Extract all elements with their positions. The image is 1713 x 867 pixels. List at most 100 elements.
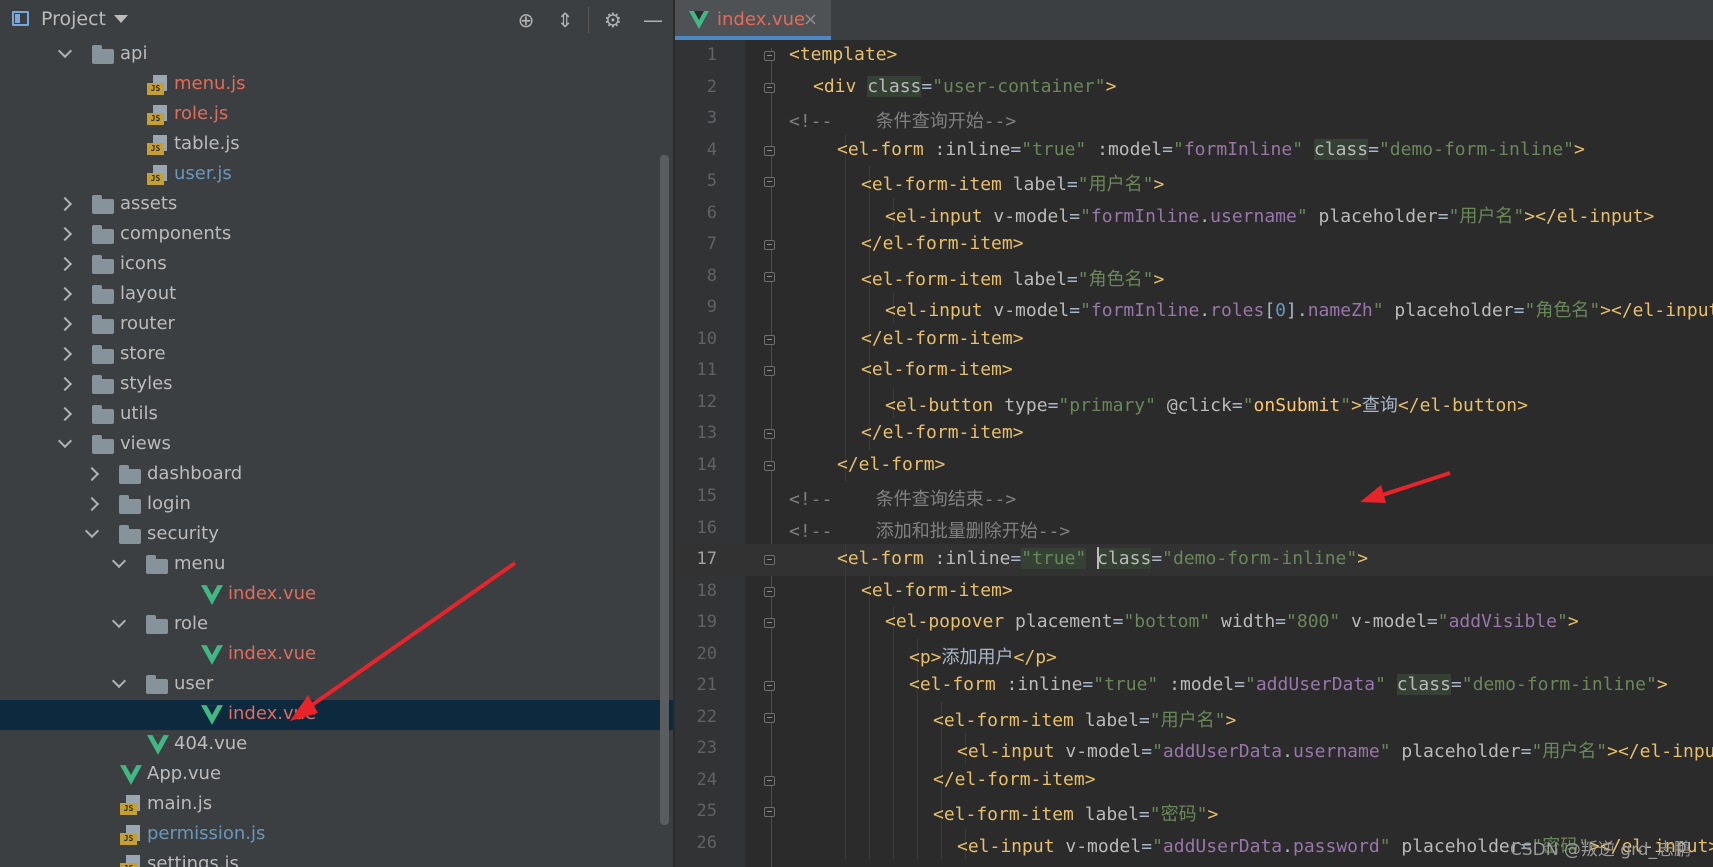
project-view-dropdown-icon[interactable] bbox=[114, 15, 128, 23]
code-line[interactable]: 3 <!-- 条件查询开始--> bbox=[675, 103, 1713, 135]
code-line[interactable]: 11 <el-form-item> bbox=[675, 355, 1713, 387]
chevron-right-icon[interactable] bbox=[84, 496, 100, 512]
tree-row-icons[interactable]: icons bbox=[0, 250, 673, 280]
fold-marker-icon[interactable] bbox=[764, 712, 775, 723]
chevron-down-icon[interactable] bbox=[111, 673, 127, 689]
tree-row-role-js[interactable]: JS role.js bbox=[0, 100, 673, 130]
editor-tab-index-vue[interactable]: index.vue × bbox=[675, 0, 831, 40]
chevron-down-icon[interactable] bbox=[57, 433, 73, 449]
fold-marker-icon[interactable] bbox=[764, 145, 775, 156]
fold-marker-icon[interactable] bbox=[764, 334, 775, 345]
code-line[interactable]: 10 </el-form-item> bbox=[675, 323, 1713, 355]
tree-row-user-js[interactable]: JS user.js bbox=[0, 160, 673, 190]
chevron-down-icon[interactable] bbox=[111, 613, 127, 629]
project-panel-title[interactable]: Project bbox=[41, 8, 106, 30]
fold-marker-icon[interactable] bbox=[764, 555, 775, 565]
code-line[interactable]: 22 <el-form-item label="用户名"> bbox=[675, 701, 1713, 733]
hide-minimize-icon[interactable]: — bbox=[641, 8, 665, 32]
fold-marker-icon[interactable] bbox=[764, 240, 775, 250]
chevron-right-icon[interactable] bbox=[57, 286, 73, 302]
code-line[interactable]: 19 <el-popover placement="bottom" width="… bbox=[675, 607, 1713, 639]
chevron-right-icon[interactable] bbox=[57, 196, 73, 212]
chevron-right-icon[interactable] bbox=[57, 346, 73, 362]
fold-marker-icon[interactable] bbox=[764, 618, 775, 628]
code-token-tag: > bbox=[1153, 174, 1165, 195]
tree-row-api[interactable]: api bbox=[0, 40, 673, 70]
tree-row-index-vue[interactable]: index.vue bbox=[0, 580, 673, 610]
tree-row-menu-js[interactable]: JS menu.js bbox=[0, 70, 673, 100]
tree-row-layout[interactable]: layout bbox=[0, 280, 673, 310]
code-line[interactable]: 4 <el-form :inline="true" :model="formInl… bbox=[675, 134, 1713, 166]
code-line[interactable]: 8 <el-form-item label="角色名"> bbox=[675, 260, 1713, 292]
code-line[interactable]: 5 <el-form-item label="用户名"> bbox=[675, 166, 1713, 198]
code-token-prop: formInline bbox=[1090, 300, 1200, 321]
fold-marker-icon[interactable] bbox=[764, 82, 775, 93]
code-line[interactable]: 13 </el-form-item> bbox=[675, 418, 1713, 450]
tree-row-store[interactable]: store bbox=[0, 340, 673, 370]
fold-marker-icon[interactable] bbox=[764, 51, 775, 61]
code-line[interactable]: 6 <el-input v-model="formInline.username"… bbox=[675, 197, 1713, 229]
locate-icon[interactable]: ⊕ bbox=[514, 8, 538, 32]
tree-row-dashboard[interactable]: dashboard bbox=[0, 460, 673, 490]
fold-marker-icon[interactable] bbox=[764, 681, 775, 691]
tree-row-views[interactable]: views bbox=[0, 430, 673, 460]
tree-row-404-vue[interactable]: 404.vue bbox=[0, 730, 673, 760]
tree-row-login[interactable]: login bbox=[0, 490, 673, 520]
chevron-right-icon[interactable] bbox=[57, 316, 73, 332]
tree-row-utils[interactable]: utils bbox=[0, 400, 673, 430]
code-line[interactable]: 23 <el-input v-model="addUserData.usernam… bbox=[675, 733, 1713, 765]
chevron-right-icon[interactable] bbox=[84, 466, 100, 482]
chevron-down-icon[interactable] bbox=[57, 43, 73, 59]
tree-row-styles[interactable]: styles bbox=[0, 370, 673, 400]
code-line[interactable]: 25 <el-form-item label="密码"> bbox=[675, 796, 1713, 828]
chevron-right-icon[interactable] bbox=[57, 376, 73, 392]
tree-row-app-vue[interactable]: App.vue bbox=[0, 760, 673, 790]
code-line[interactable]: 16 <!-- 添加和批量删除开始--> bbox=[675, 513, 1713, 545]
chevron-down-icon[interactable] bbox=[84, 523, 100, 539]
tree-row-security[interactable]: security bbox=[0, 520, 673, 550]
code-line[interactable]: 15 <!-- 条件查询结束--> bbox=[675, 481, 1713, 513]
code-line[interactable]: 21 <el-form :inline="true" :model="addUse… bbox=[675, 670, 1713, 702]
code-line[interactable]: 9 <el-input v-model="formInline.roles[0].… bbox=[675, 292, 1713, 324]
fold-marker-icon[interactable] bbox=[764, 807, 775, 817]
code-line[interactable]: 18 <el-form-item> bbox=[675, 575, 1713, 607]
tree-row-index-vue[interactable]: index.vue bbox=[0, 700, 673, 730]
code-line[interactable]: 2 <div class="user-container"> bbox=[675, 72, 1713, 104]
chevron-right-icon[interactable] bbox=[57, 256, 73, 272]
code-line[interactable]: 1 <template> bbox=[675, 40, 1713, 72]
code-line[interactable]: 14 </el-form> bbox=[675, 449, 1713, 481]
settings-gear-icon[interactable]: ⚙ bbox=[601, 8, 625, 32]
fold-marker-icon[interactable] bbox=[764, 429, 775, 439]
fold-marker-icon[interactable] bbox=[764, 177, 775, 187]
fold-marker-icon[interactable] bbox=[764, 460, 775, 471]
code-area[interactable]: 1 <template> 2 <div class="user-container">… bbox=[675, 40, 1713, 859]
tree-row-table-js[interactable]: JS table.js bbox=[0, 130, 673, 160]
fold-marker-icon[interactable] bbox=[764, 586, 775, 597]
fold-marker-icon[interactable] bbox=[764, 271, 775, 282]
tree-row-main-js[interactable]: JS main.js bbox=[0, 790, 673, 820]
chevron-down-icon[interactable] bbox=[111, 553, 127, 569]
code-line[interactable]: 7 </el-form-item> bbox=[675, 229, 1713, 261]
tree-row-role[interactable]: role bbox=[0, 610, 673, 640]
code-line[interactable]: 17 <el-form :inline="true" class="demo-fo… bbox=[675, 544, 1713, 576]
tree-row-menu[interactable]: menu bbox=[0, 550, 673, 580]
project-panel-scrollbar[interactable] bbox=[660, 155, 669, 825]
tab-close-icon[interactable]: × bbox=[803, 9, 818, 30]
code-text: <p>添加用户</p> bbox=[909, 643, 1057, 669]
tree-row-user[interactable]: user bbox=[0, 670, 673, 700]
tree-row-permission-js[interactable]: JS permission.js bbox=[0, 820, 673, 850]
tree-row-settings-js[interactable]: JS settings.js bbox=[0, 850, 673, 867]
tree-row-components[interactable]: components bbox=[0, 220, 673, 250]
chevron-right-icon[interactable] bbox=[57, 226, 73, 242]
fold-marker-icon[interactable] bbox=[764, 366, 775, 376]
tree-row-assets[interactable]: assets bbox=[0, 190, 673, 220]
collapse-all-icon[interactable]: ⇕ bbox=[553, 8, 577, 32]
code-line[interactable]: 20 <p>添加用户</p> bbox=[675, 638, 1713, 670]
chevron-right-icon[interactable] bbox=[57, 406, 73, 422]
indent-guide bbox=[917, 764, 918, 796]
tree-row-index-vue[interactable]: index.vue bbox=[0, 640, 673, 670]
tree-row-router[interactable]: router bbox=[0, 310, 673, 340]
fold-marker-icon[interactable] bbox=[764, 775, 775, 786]
code-line[interactable]: 12 <el-button type="primary" @click="onSu… bbox=[675, 386, 1713, 418]
code-line[interactable]: 24 </el-form-item> bbox=[675, 764, 1713, 796]
